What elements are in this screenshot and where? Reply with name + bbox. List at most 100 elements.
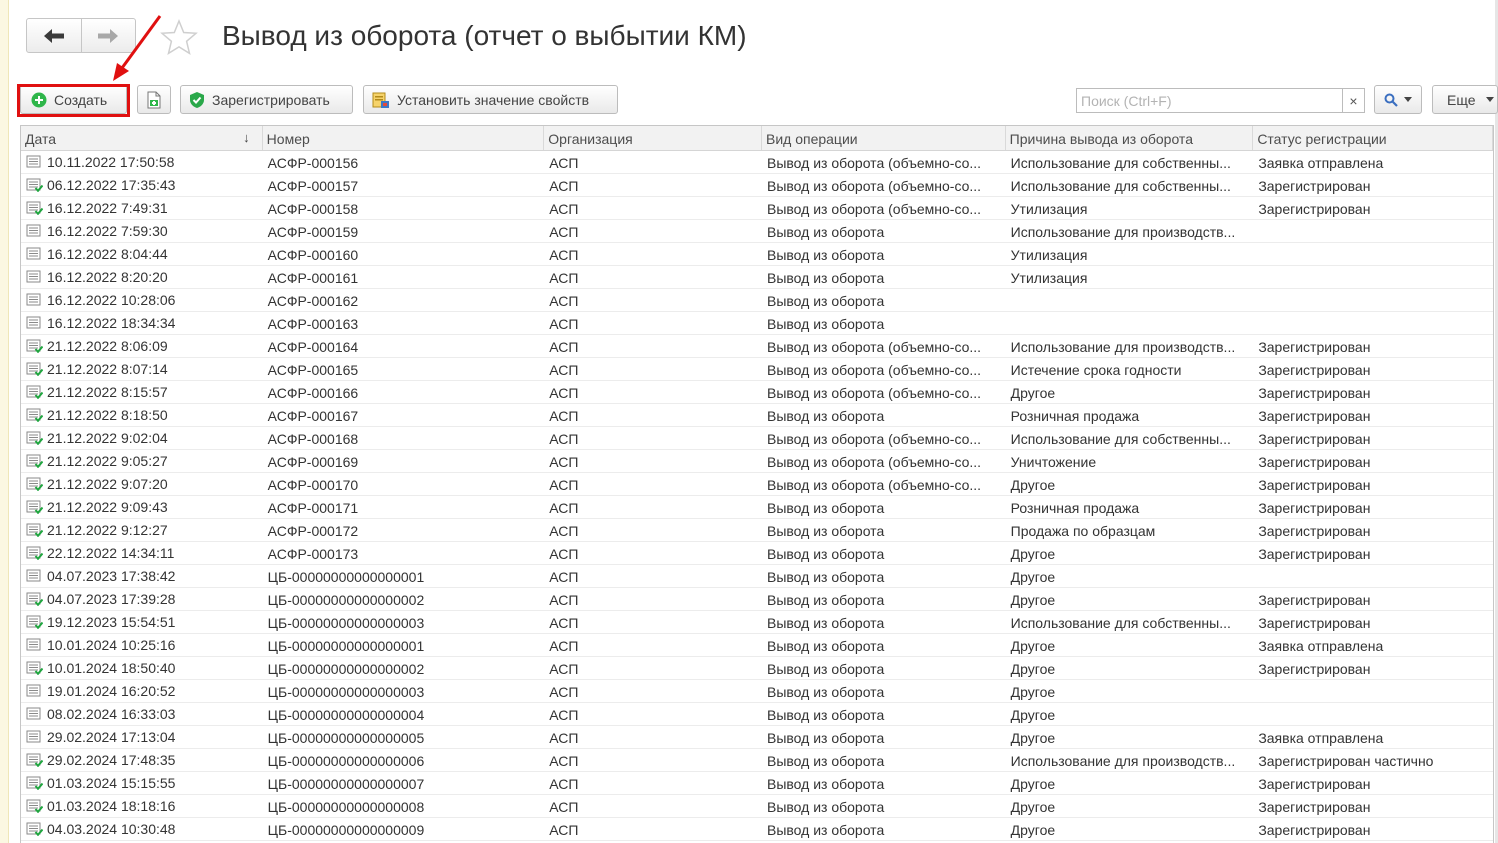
cell-number: АСФР-000173 [267,546,359,562]
table-row[interactable]: 22.12.2022 14:34:11 АСФР-000173 АСП Вывод и… [21,542,1493,565]
cell-date: 10.11.2022 17:50:58 [21,151,263,173]
table-row[interactable]: 16.12.2022 18:34:34 АСФР-000163 АСП Вывод и… [21,312,1493,335]
cell-reason: Другое [1010,776,1056,792]
cell-number: АСФР-000166 [267,385,359,401]
left-panel-edge [0,0,9,843]
table-row[interactable]: 10.11.2022 17:50:58 АСФР-000156 АСП Вывод и… [21,151,1493,174]
table-row[interactable]: 06.12.2022 17:35:43 АСФР-000157 АСП Вывод и… [21,174,1493,197]
table-row[interactable]: 21.12.2022 8:06:09 АСФР-000164 АСП Вывод из… [21,335,1493,358]
search-clear-button[interactable]: × [1342,89,1364,112]
register-button[interactable]: Зарегистрировать [180,85,353,114]
search-box: × [1076,88,1365,113]
more-button[interactable]: Еще [1432,85,1498,114]
document-icon [26,293,41,306]
document-icon [26,155,41,168]
table-body: 10.11.2022 17:50:58 АСФР-000156 АСП Вывод и… [21,151,1493,841]
document-posted-icon [26,799,43,813]
cell-number: АСФР-000156 [267,155,359,171]
cell-date: 21.12.2022 8:07:14 [21,358,263,380]
cell-date: 01.03.2024 18:18:16 [21,795,263,817]
cell-status [1253,680,1493,702]
cell-reason [1006,312,1254,334]
cell-operation: Вывод из оборота [766,270,885,286]
table-row[interactable]: 16.12.2022 10:28:06 АСФР-000162 АСП Вывод и… [21,289,1493,312]
column-header-operation[interactable]: Вид операции [762,126,1006,150]
table-row[interactable]: 04.03.2024 10:30:48 ЦБ-00000000000000009 А… [21,818,1493,841]
table-row[interactable]: 16.12.2022 8:04:44 АСФР-000160 АСП Вывод из… [21,243,1493,266]
table-row[interactable]: 29.02.2024 17:48:35 ЦБ-00000000000000006 А… [21,749,1493,772]
column-header-label: Вид операции [765,131,858,147]
date-text: 19.12.2023 15:54:51 [47,614,176,630]
column-header-date[interactable]: Дата ↓ [21,126,263,150]
cell-date: 22.12.2022 14:34:11 [21,542,263,564]
table-row[interactable]: 16.12.2022 7:59:30 АСФР-000159 АСП Вывод из… [21,220,1493,243]
table-row[interactable]: 01.03.2024 15:15:55 ЦБ-00000000000000007 А… [21,772,1493,795]
cell-organization: АСП [549,661,579,677]
table-row[interactable]: 21.12.2022 9:09:43 АСФР-000171 АСП Вывод из… [21,496,1493,519]
cell-organization: АСП [549,201,579,217]
cell-organization: АСП [549,477,579,493]
cell-date: 21.12.2022 9:09:43 [21,496,263,518]
table-row[interactable]: 01.03.2024 18:18:16 ЦБ-00000000000000008 А… [21,795,1493,818]
document-icon [26,730,41,743]
table-row[interactable]: 16.12.2022 8:20:20 АСФР-000161 АСП Вывод из… [21,266,1493,289]
cell-number: ЦБ-00000000000000006 [267,753,425,769]
cell-reason: Уничтожение [1010,454,1097,470]
table-row[interactable]: 10.01.2024 10:25:16 ЦБ-00000000000000001 А… [21,634,1493,657]
table-row[interactable]: 21.12.2022 8:15:57 АСФР-000166 АСП Вывод из… [21,381,1493,404]
column-header-organization[interactable]: Организация [544,126,762,150]
cell-operation: Вывод из оборота (объемно-со... [766,362,982,378]
date-text: 29.02.2024 17:13:04 [47,729,176,745]
search-input[interactable] [1077,89,1342,112]
table-row[interactable]: 04.07.2023 17:39:28 ЦБ-00000000000000002 А… [21,588,1493,611]
cell-operation: Вывод из оборота [766,224,885,240]
cell-reason: Другое [1010,546,1056,562]
table-row[interactable]: 21.12.2022 9:12:27 АСФР-000172 АСП Вывод из… [21,519,1493,542]
table-row[interactable]: 10.01.2024 18:50:40 ЦБ-00000000000000002 А… [21,657,1493,680]
table-row[interactable]: 21.12.2022 8:18:50 АСФР-000167 АСП Вывод из… [21,404,1493,427]
cell-reason: Использование для производств... [1010,339,1236,355]
table-row[interactable]: 19.01.2024 16:20:52 ЦБ-00000000000000003 А… [21,680,1493,703]
cell-reason: Использование для производств... [1010,753,1236,769]
table-row[interactable]: 21.12.2022 9:07:20 АСФР-000170 АСП Вывод из… [21,473,1493,496]
table-row[interactable]: 29.02.2024 17:13:04 ЦБ-00000000000000005 А… [21,726,1493,749]
cell-date: 16.12.2022 10:28:06 [21,289,263,311]
table-row[interactable]: 19.12.2023 15:54:51 ЦБ-00000000000000003 А… [21,611,1493,634]
cell-operation: Вывод из оборота [766,500,885,516]
document-posted-icon [26,477,43,491]
date-text: 10.01.2024 10:25:16 [47,637,176,653]
column-header-label: Причина вывода из оборота [1009,131,1193,147]
cell-date: 29.02.2024 17:13:04 [21,726,263,748]
search-options-button[interactable] [1374,85,1422,114]
cell-operation: Вывод из оборота [766,408,885,424]
table-row[interactable]: 21.12.2022 8:07:14 АСФР-000165 АСП Вывод из… [21,358,1493,381]
document-posted-icon [26,385,43,399]
cell-date: 01.03.2024 15:15:55 [21,772,263,794]
register-button-label: Зарегистрировать [212,91,330,108]
arrow-left-icon [43,28,64,43]
cell-number: ЦБ-00000000000000002 [267,592,425,608]
column-header-number[interactable]: Номер [263,126,545,150]
column-header-status[interactable]: Статус регистрации [1253,126,1493,150]
set-properties-button[interactable]: Установить значение свойств [363,85,618,114]
cell-operation: Вывод из оборота [766,822,885,838]
cell-reason: Другое [1010,638,1056,654]
star-icon[interactable] [160,19,198,57]
cell-status: Зарегистрирован [1258,776,1371,792]
table-row[interactable]: 16.12.2022 7:49:31 АСФР-000158 АСП Вывод из… [21,197,1493,220]
table-row[interactable]: 21.12.2022 9:05:27 АСФР-000169 АСП Вывод из… [21,450,1493,473]
table-row[interactable]: 04.07.2023 17:38:42 ЦБ-00000000000000001 А… [21,565,1493,588]
cell-status: Зарегистрирован [1258,408,1371,424]
cell-status: Зарегистрирован [1258,822,1371,838]
copy-button[interactable] [137,85,171,114]
table-row[interactable]: 21.12.2022 9:02:04 АСФР-000168 АСП Вывод из… [21,427,1493,450]
table-row[interactable]: 08.02.2024 16:33:03 ЦБ-00000000000000004 А… [21,703,1493,726]
date-text: 22.12.2022 14:34:11 [47,545,175,561]
cell-reason: Другое [1010,477,1056,493]
cell-status [1253,565,1493,587]
back-button[interactable] [27,19,81,52]
cell-date: 04.03.2024 10:30:48 [21,818,263,840]
cell-reason: Розничная продажа [1010,408,1140,424]
column-header-reason[interactable]: Причина вывода из оборота [1006,126,1254,150]
document-icon [26,569,41,582]
